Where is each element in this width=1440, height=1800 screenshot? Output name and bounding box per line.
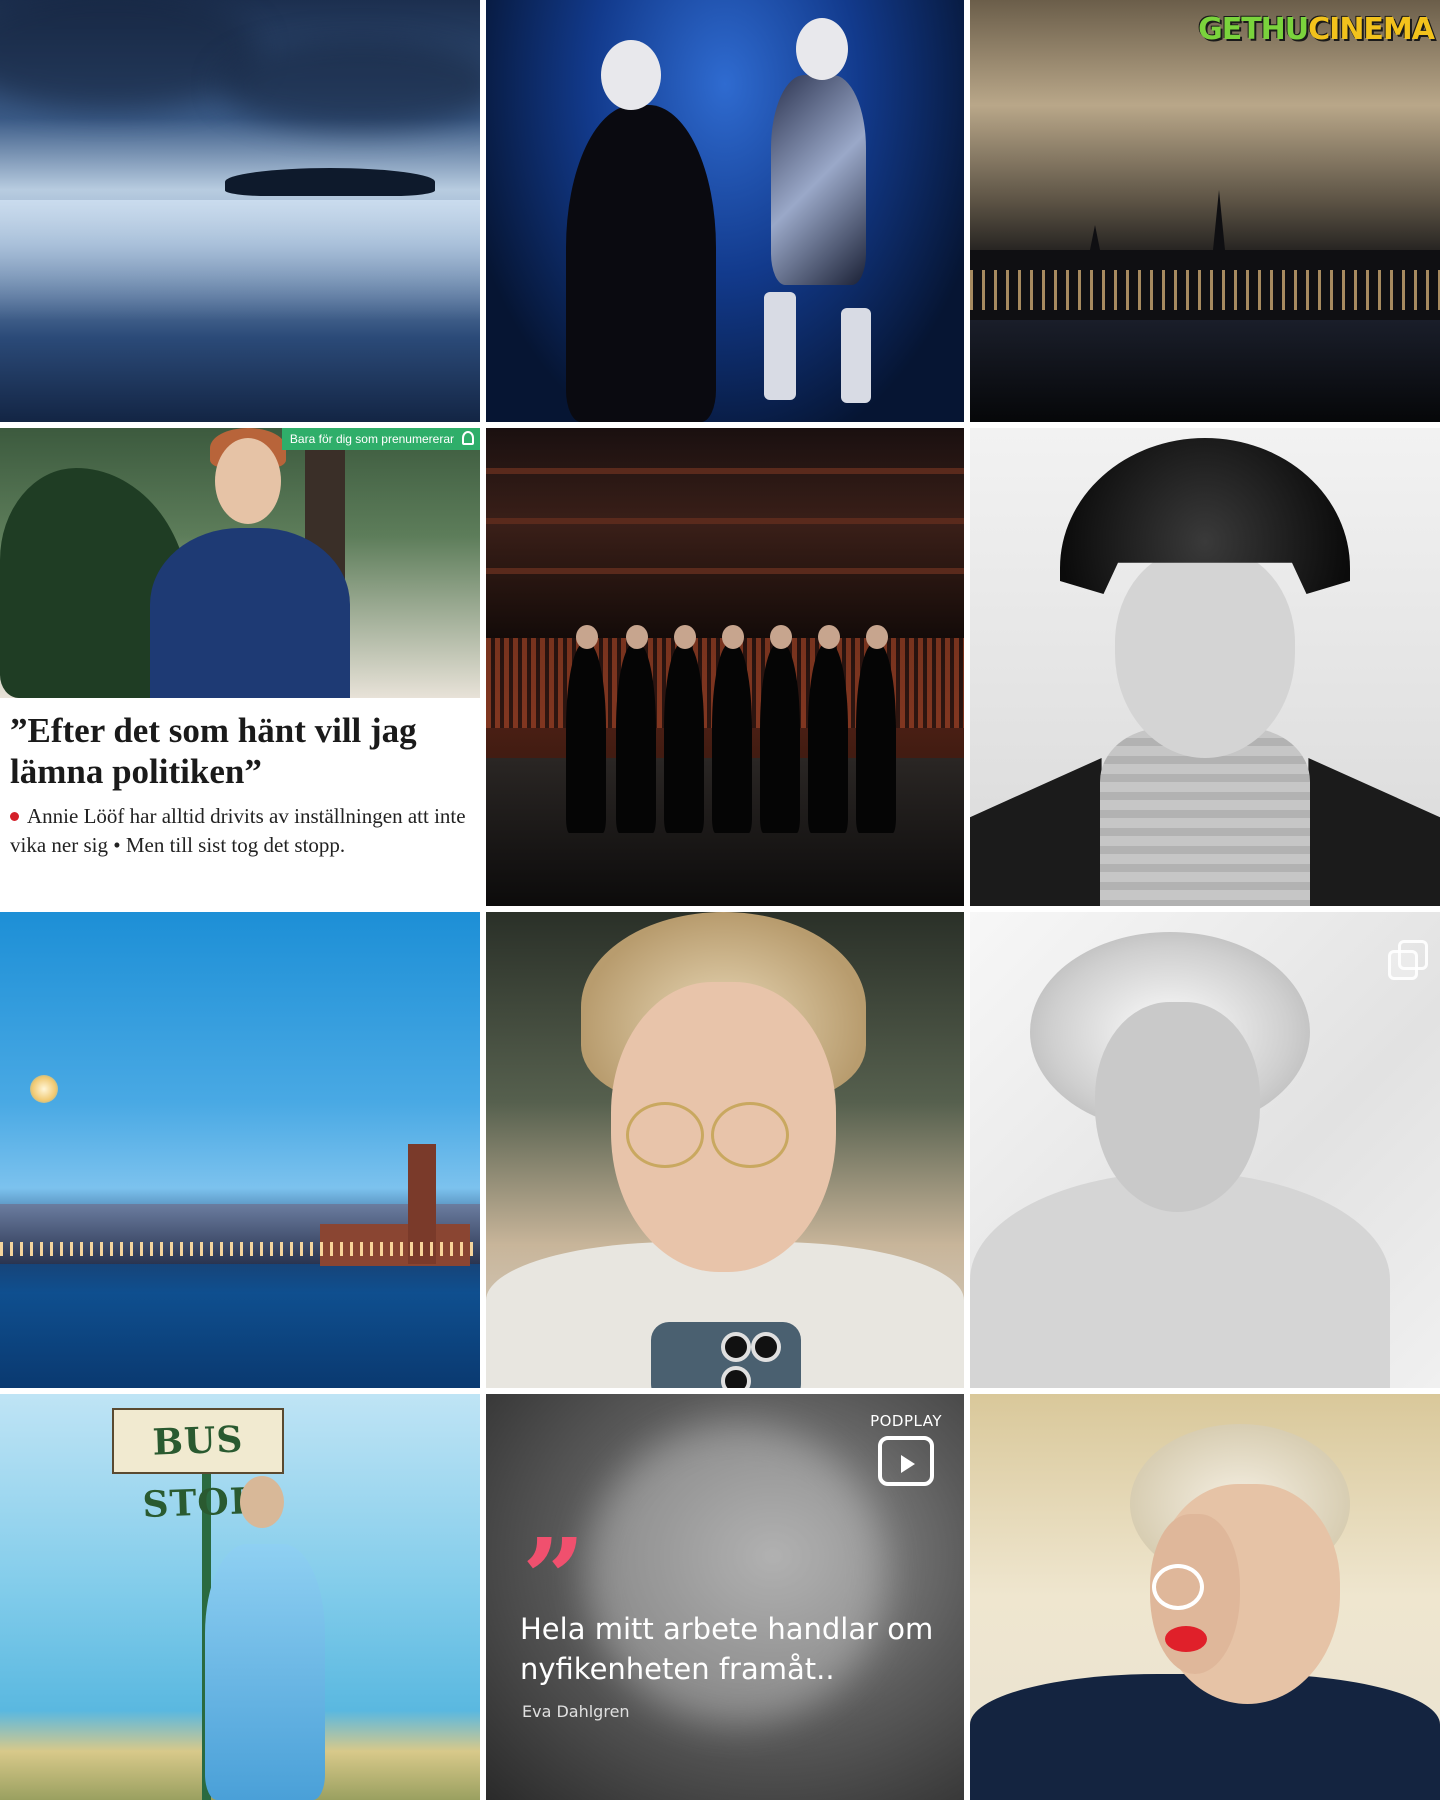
tile-night-city-photo[interactable] bbox=[970, 0, 1440, 422]
quote-author: Eva Dahlgren bbox=[522, 1702, 630, 1721]
subscriber-badge: Bara för dig som prenumererar bbox=[281, 428, 480, 450]
performer-head bbox=[576, 625, 598, 649]
tile-bus-stop-photo[interactable]: BUS STOP bbox=[0, 1394, 480, 1800]
balcony bbox=[486, 518, 964, 524]
water-reflection bbox=[0, 200, 480, 320]
tile-stage-duo-photo[interactable] bbox=[486, 0, 964, 422]
article-headline: ”Efter det som hänt vill jag lämna polit… bbox=[10, 711, 417, 791]
performer-head bbox=[796, 18, 848, 80]
camera-lens bbox=[751, 1332, 781, 1362]
watermark-logo: GETHUCINEMA bbox=[1198, 10, 1435, 50]
performer-head bbox=[866, 625, 888, 649]
harbor-water bbox=[970, 320, 1440, 422]
tile-news-article[interactable]: Bara för dig som prenumererar ”Efter det… bbox=[0, 428, 480, 906]
performer bbox=[856, 625, 896, 833]
performer-black-dress bbox=[566, 105, 716, 422]
tile-lake-photo[interactable] bbox=[0, 0, 480, 422]
watermark-part1: GETHU bbox=[1198, 12, 1309, 47]
performer bbox=[616, 625, 656, 833]
blue-gown bbox=[205, 1544, 325, 1800]
performer-head bbox=[674, 625, 696, 649]
tile-glasses-portrait[interactable] bbox=[486, 912, 964, 1388]
tile-laughing-duo-photo[interactable] bbox=[970, 1394, 1440, 1800]
watermark-part2: CINEMA bbox=[1308, 12, 1435, 47]
subscriber-badge-label: Bara för dig som prenumererar bbox=[289, 432, 454, 446]
red-lips bbox=[1165, 1626, 1207, 1652]
person-face bbox=[215, 438, 281, 524]
black-top bbox=[970, 1674, 1440, 1800]
article-dek: Annie Lööf har alltid drivits av inställ… bbox=[10, 802, 470, 860]
glasses-lens bbox=[626, 1102, 704, 1168]
photo-grid: Bara för dig som prenumererar ”Efter det… bbox=[0, 0, 1440, 1800]
performer-head bbox=[722, 625, 744, 649]
multiple-images-icon bbox=[1388, 940, 1430, 982]
silver-boot bbox=[841, 308, 871, 403]
reels-play-icon bbox=[878, 1436, 934, 1486]
performer-head bbox=[818, 625, 840, 649]
bus-stop-sign: BUS STOP bbox=[112, 1408, 284, 1526]
performer-head bbox=[770, 625, 792, 649]
podplay-brand: PODPLAY bbox=[870, 1412, 942, 1430]
cloud bbox=[0, 0, 260, 110]
island bbox=[225, 168, 435, 196]
camera-lens bbox=[721, 1366, 751, 1388]
city-lights bbox=[0, 1242, 480, 1256]
performer bbox=[664, 625, 704, 833]
camera-lens bbox=[721, 1332, 751, 1362]
phone bbox=[651, 1322, 801, 1388]
performer-head bbox=[626, 625, 648, 649]
performer bbox=[712, 625, 752, 833]
tile-fur-hat-portrait[interactable] bbox=[970, 428, 1440, 906]
cloud bbox=[220, 40, 480, 130]
glasses-lens bbox=[711, 1102, 789, 1168]
tile-stockholm-blue-photo[interactable] bbox=[0, 912, 480, 1388]
article-photo: Bara för dig som prenumererar bbox=[0, 428, 480, 698]
tile-bw-portrait[interactable] bbox=[970, 912, 1440, 1388]
tile-podplay-quote[interactable]: PODPLAY ” Hela mitt arbete handlar om ny… bbox=[486, 1394, 964, 1800]
moon bbox=[30, 1075, 58, 1103]
performer-sequin-dress bbox=[771, 75, 866, 285]
balcony bbox=[486, 568, 964, 574]
red-bullet-icon bbox=[10, 812, 19, 821]
tile-concert-hall-photo[interactable] bbox=[486, 428, 964, 906]
bus-stop-sign-text: BUS STOP bbox=[141, 1418, 259, 1526]
portrait-face bbox=[1095, 1002, 1260, 1212]
performer bbox=[808, 625, 848, 833]
person-head bbox=[240, 1476, 284, 1528]
quote-text: Hela mitt arbete handlar om nyfikenheten… bbox=[520, 1612, 934, 1686]
performer bbox=[566, 625, 606, 833]
performer-head bbox=[601, 40, 661, 110]
city-lights bbox=[970, 270, 1440, 310]
portrait-face bbox=[1115, 548, 1295, 758]
balcony bbox=[486, 468, 964, 474]
performer bbox=[760, 625, 800, 833]
article-dek-text: Annie Lööf har alltid drivits av inställ… bbox=[10, 804, 466, 857]
person-jacket bbox=[150, 528, 350, 698]
person-icon bbox=[462, 431, 474, 445]
white-glasses bbox=[1152, 1564, 1204, 1610]
silver-boot bbox=[764, 292, 796, 400]
